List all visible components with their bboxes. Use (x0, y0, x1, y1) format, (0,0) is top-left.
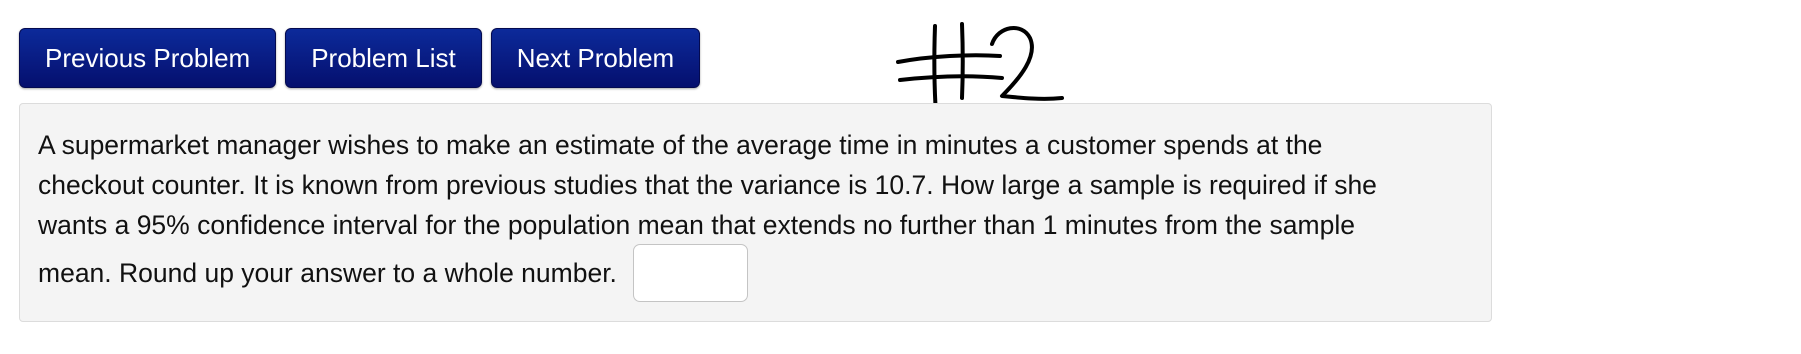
problem-text-line: A supermarket manager wishes to make an … (38, 130, 1323, 160)
problem-list-button[interactable]: Problem List (285, 28, 482, 88)
answer-input[interactable] (632, 244, 748, 302)
problem-page: Previous Problem Problem List Next Probl… (0, 0, 1801, 354)
next-problem-button[interactable]: Next Problem (490, 28, 701, 88)
problem-panel: A supermarket manager wishes to make an … (19, 103, 1492, 322)
answer-line: mean. Round up your answer to a whole nu… (38, 243, 1473, 303)
problem-text-line: mean. Round up your answer to a whole nu… (38, 258, 617, 288)
previous-problem-button[interactable]: Previous Problem (19, 28, 277, 88)
problem-navigation: Previous Problem Problem List Next Probl… (19, 28, 701, 88)
problem-text-line: checkout counter. It is known from previ… (38, 170, 1377, 200)
problem-text-line: wants a 95% confidence interval for the … (38, 210, 1355, 240)
problem-statement: A supermarket manager wishes to make an … (38, 125, 1473, 245)
